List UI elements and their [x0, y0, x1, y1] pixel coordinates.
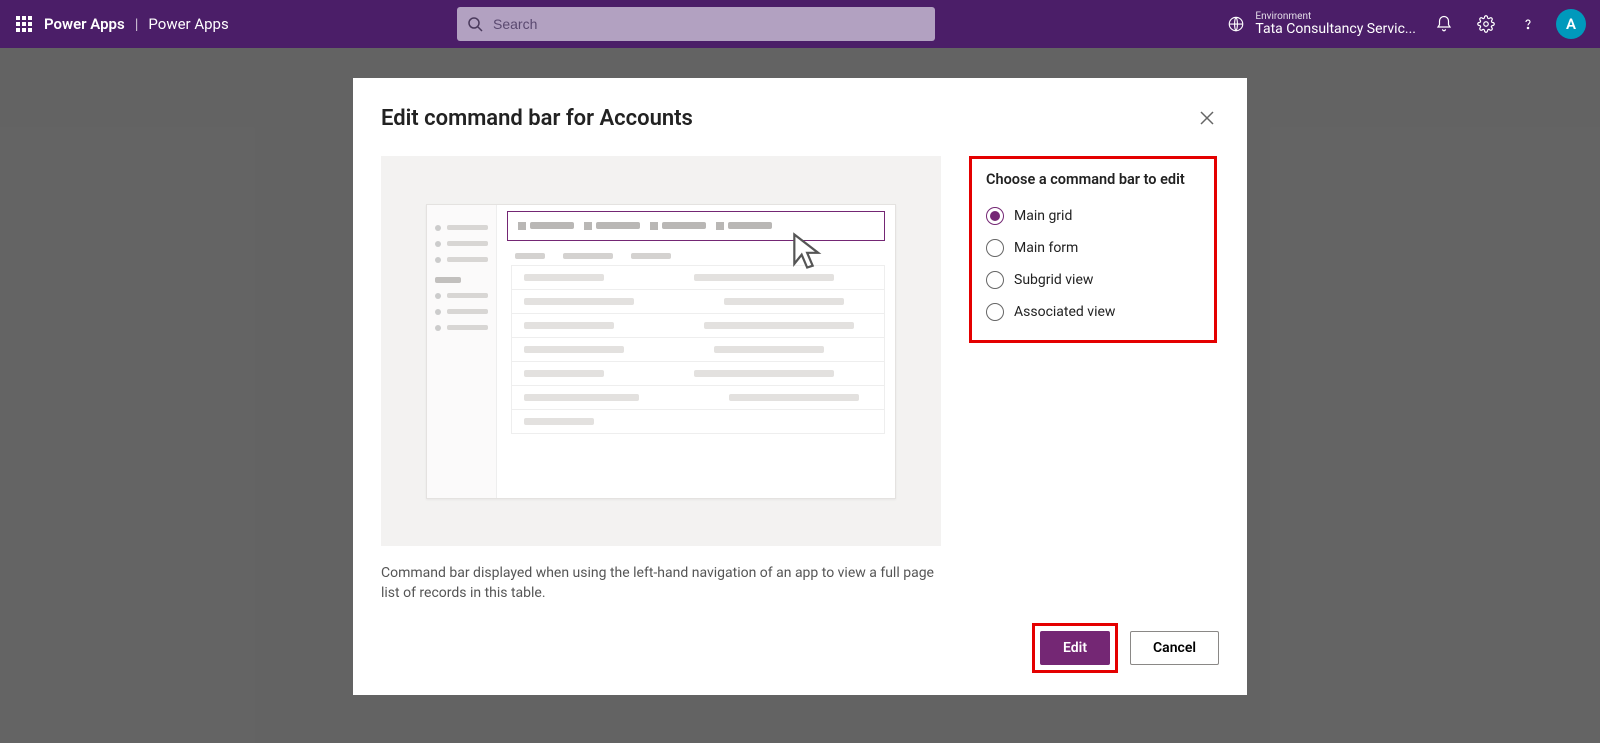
close-icon: [1199, 110, 1215, 126]
search-icon: [467, 16, 483, 32]
close-button[interactable]: [1195, 106, 1219, 134]
modal-overlay: Edit command bar for Accounts: [0, 48, 1600, 743]
environment-icon: [1227, 15, 1245, 33]
dialog-title: Edit command bar for Accounts: [381, 106, 693, 131]
option-label: Associated view: [1014, 304, 1115, 320]
brand-separator: |: [135, 15, 139, 33]
option-subgrid-view[interactable]: Subgrid view: [986, 264, 1200, 296]
edit-command-bar-dialog: Edit command bar for Accounts: [353, 78, 1247, 695]
question-icon: [1520, 16, 1536, 32]
env-value: Tata Consultancy Servic...: [1255, 22, 1416, 37]
dialog-description: Command bar displayed when using the lef…: [381, 564, 941, 603]
edit-button[interactable]: Edit: [1040, 631, 1110, 665]
option-label: Main grid: [1014, 208, 1072, 224]
radio-subgrid-view[interactable]: [986, 271, 1004, 289]
panel-heading: Choose a command bar to edit: [986, 171, 1200, 188]
radio-main-grid[interactable]: [986, 207, 1004, 225]
bell-icon: [1435, 15, 1453, 33]
search-box[interactable]: [457, 7, 935, 41]
brand-area: Power Apps | Power Apps: [44, 15, 229, 33]
preview-image: [381, 156, 941, 546]
dialog-actions: Edit Cancel: [381, 623, 1219, 673]
search-input[interactable]: [493, 16, 925, 32]
avatar[interactable]: A: [1556, 9, 1586, 39]
gear-icon: [1477, 15, 1495, 33]
brand-primary[interactable]: Power Apps: [44, 15, 125, 33]
cursor-icon: [787, 229, 831, 273]
radio-associated-view[interactable]: [986, 303, 1004, 321]
waffle-icon[interactable]: [16, 16, 32, 32]
settings-button[interactable]: [1472, 10, 1500, 38]
brand-secondary[interactable]: Power Apps: [148, 15, 228, 33]
avatar-initial: A: [1566, 15, 1576, 33]
environment-picker[interactable]: Environment Tata Consultancy Servic...: [1227, 11, 1416, 37]
notifications-button[interactable]: [1430, 10, 1458, 38]
option-main-grid[interactable]: Main grid: [986, 200, 1200, 232]
option-associated-view[interactable]: Associated view: [986, 296, 1200, 328]
option-main-form[interactable]: Main form: [986, 232, 1200, 264]
edit-button-highlight: Edit: [1032, 623, 1118, 673]
option-label: Main form: [1014, 240, 1078, 256]
option-label: Subgrid view: [1014, 272, 1093, 288]
radio-main-form[interactable]: [986, 239, 1004, 257]
help-button[interactable]: [1514, 10, 1542, 38]
header-right: Environment Tata Consultancy Servic... A: [1227, 9, 1592, 39]
env-label: Environment: [1255, 11, 1416, 22]
app-header: Power Apps | Power Apps Environment Tata…: [0, 0, 1600, 48]
cancel-button[interactable]: Cancel: [1130, 631, 1219, 665]
search-container: [457, 7, 935, 41]
command-bar-options-panel: Choose a command bar to edit Main grid M…: [969, 156, 1217, 343]
